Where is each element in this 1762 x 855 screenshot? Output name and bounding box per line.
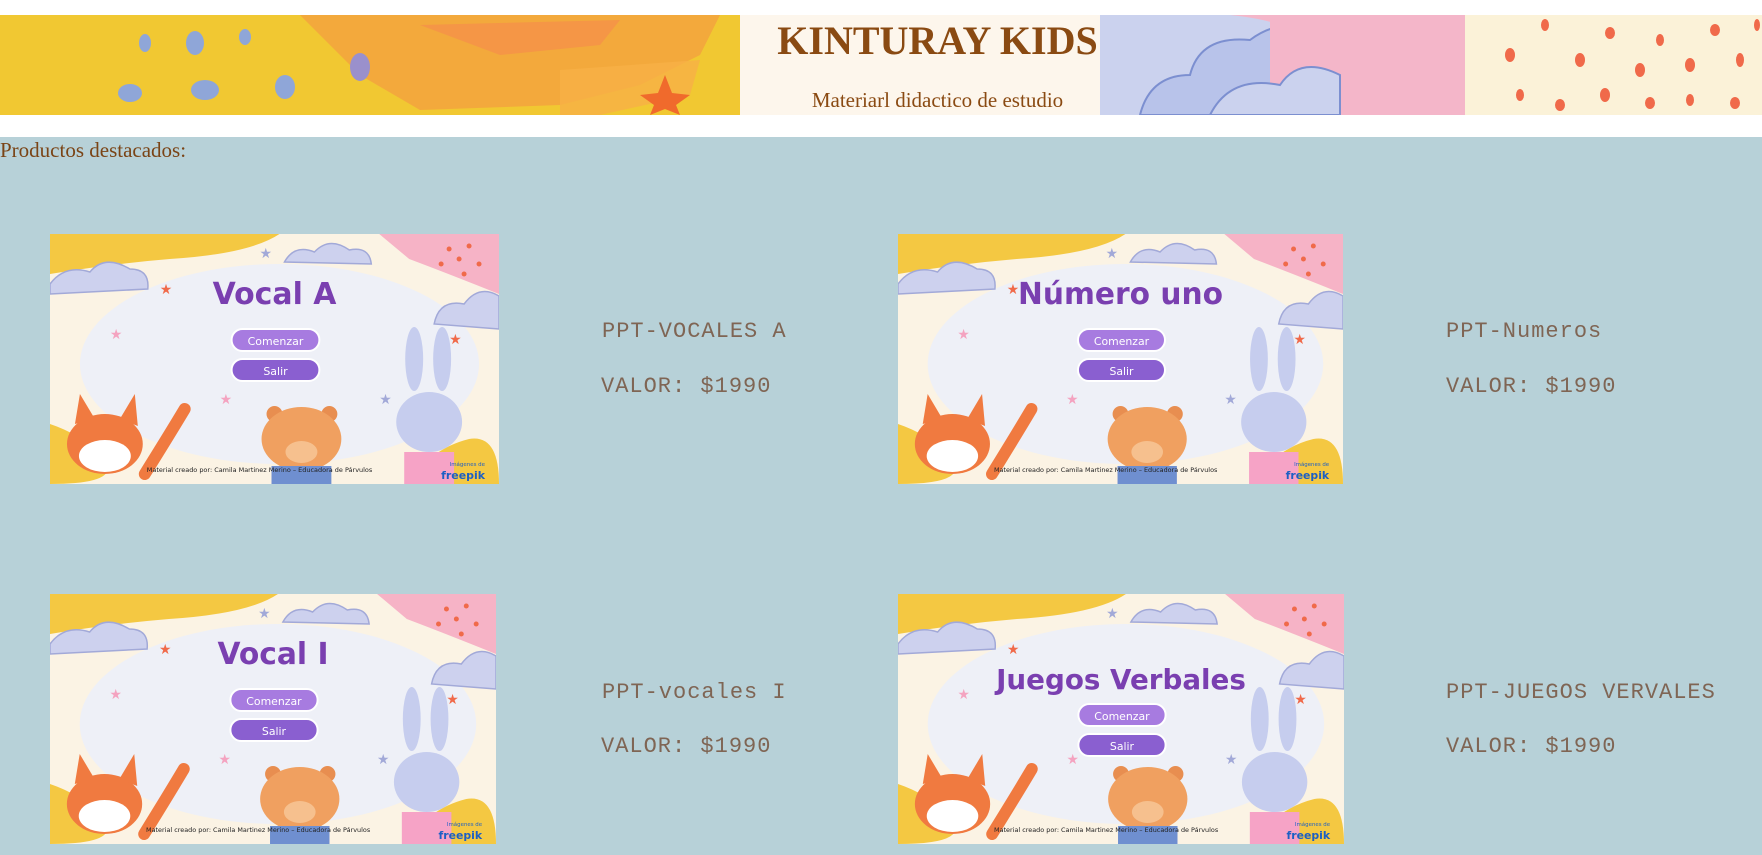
svg-text:★: ★	[1106, 606, 1118, 622]
product-price: VALOR: $1990	[1446, 374, 1617, 399]
product-image-numero-uno[interactable]: ★ ★ ★ ★ ★ ★ Número uno Comenzar Salir Material cr…	[898, 234, 1343, 484]
slide-exit-button: Salir	[1109, 365, 1134, 378]
header-divider	[0, 115, 1762, 137]
slide-exit-button: Salir	[263, 365, 288, 378]
slide-title: Juegos Verbales	[994, 663, 1246, 696]
svg-text:★: ★	[1294, 692, 1306, 708]
product-price: VALOR: $1990	[601, 734, 772, 759]
svg-text:★: ★	[449, 332, 462, 348]
svg-text:★: ★	[957, 687, 969, 703]
freepik-credit-label: Imágenes de	[447, 821, 483, 828]
featured-heading: Productos destacados:	[0, 138, 187, 162]
svg-text:★: ★	[110, 327, 123, 343]
product-image-juegos-verbales[interactable]: ★ ★ ★ ★ ★ ★ Juegos Verbales Comenzar Salir Materi…	[898, 594, 1344, 844]
svg-text:★: ★	[957, 327, 969, 343]
site-header: KINTURAY KIDS Materiarl didactico de est…	[0, 15, 1762, 115]
svg-text:★: ★	[1225, 752, 1237, 768]
slide-thumbnail: ★ ★ ★ ★ ★ ★ Vocal A Comenzar Salir Material cread…	[50, 234, 499, 484]
svg-text:★: ★	[1066, 752, 1078, 768]
svg-text:★: ★	[1106, 246, 1118, 262]
product-price: VALOR: $1990	[601, 374, 772, 399]
slide-thumbnail: ★ ★ ★ ★ ★ ★ Vocal I Comenzar Salir Material cread…	[50, 594, 496, 844]
svg-text:★: ★	[1007, 642, 1019, 658]
svg-text:★: ★	[159, 642, 171, 658]
site-title: KINTURAY KIDS	[777, 18, 1098, 63]
product-image-vocal-i[interactable]: ★ ★ ★ ★ ★ ★ Vocal I Comenzar Salir Material cread…	[50, 594, 496, 844]
svg-text:★: ★	[379, 392, 392, 408]
freepik-logo: freepik	[438, 829, 482, 842]
freepik-credit-label: Imágenes de	[1295, 821, 1331, 828]
slide-exit-button: Salir	[1110, 740, 1135, 753]
product-image-vocal-a[interactable]: ★ ★ ★ ★ ★ ★ Vocal A Comenzar Salir Material cread…	[50, 234, 499, 484]
slide-credit: Material creado por: Camila Martinez Mer…	[994, 466, 1218, 474]
slide-credit: Material creado por: Camila Martinez Mer…	[147, 466, 373, 474]
svg-text:★: ★	[1294, 332, 1306, 348]
product-name[interactable]: PPT-Numeros	[1446, 319, 1602, 344]
slide-start-button: Comenzar	[246, 695, 302, 708]
slide-thumbnail: ★★★★ ★★Número unoComenzarSalirMaterial cr…	[898, 234, 1343, 484]
freepik-logo: freepik	[1286, 829, 1330, 842]
product-name[interactable]: PPT-VOCALES A	[602, 319, 787, 344]
site-subtitle: Materiarl didactico de estudio	[811, 88, 1064, 112]
svg-text:★: ★	[109, 687, 121, 703]
svg-text:★: ★	[160, 282, 173, 298]
freepik-logo: freepik	[441, 469, 486, 482]
slide-title: Número uno	[1018, 277, 1223, 312]
slide-credit: Material creado por: Camila Martinez Mer…	[994, 826, 1219, 834]
freepik-credit-label: Imágenes de	[1294, 461, 1330, 468]
product-price: VALOR: $1990	[1446, 734, 1617, 759]
freepik-logo: freepik	[1286, 469, 1330, 482]
slide-start-button: Comenzar	[248, 335, 304, 348]
freepik-credit-label: Imágenes de	[450, 461, 486, 468]
svg-text:★: ★	[218, 752, 230, 768]
svg-text:★: ★	[377, 752, 389, 768]
slide-exit-button: Salir	[262, 725, 287, 738]
slide-credit: Material creado por: Camila Martinez Mer…	[146, 826, 371, 834]
slide-start-button: Comenzar	[1094, 335, 1150, 348]
svg-text:★: ★	[260, 246, 273, 262]
svg-text:★: ★	[220, 392, 233, 408]
slide-thumbnail: ★ ★ ★ ★ ★ ★ Juegos Verbales Comenzar Salir Materi…	[898, 594, 1344, 844]
top-spacer	[0, 0, 1762, 15]
slide-title: Vocal I	[217, 637, 328, 672]
svg-text:★: ★	[1066, 392, 1078, 408]
slide-start-button: Comenzar	[1094, 710, 1150, 723]
slide-title: Vocal A	[213, 277, 338, 312]
svg-text:★: ★	[258, 606, 270, 622]
svg-text:★: ★	[446, 692, 458, 708]
svg-text:★: ★	[1224, 392, 1236, 408]
product-name[interactable]: PPT-JUEGOS VERVALES	[1446, 680, 1716, 705]
product-name[interactable]: PPT-vocales I	[602, 680, 787, 705]
